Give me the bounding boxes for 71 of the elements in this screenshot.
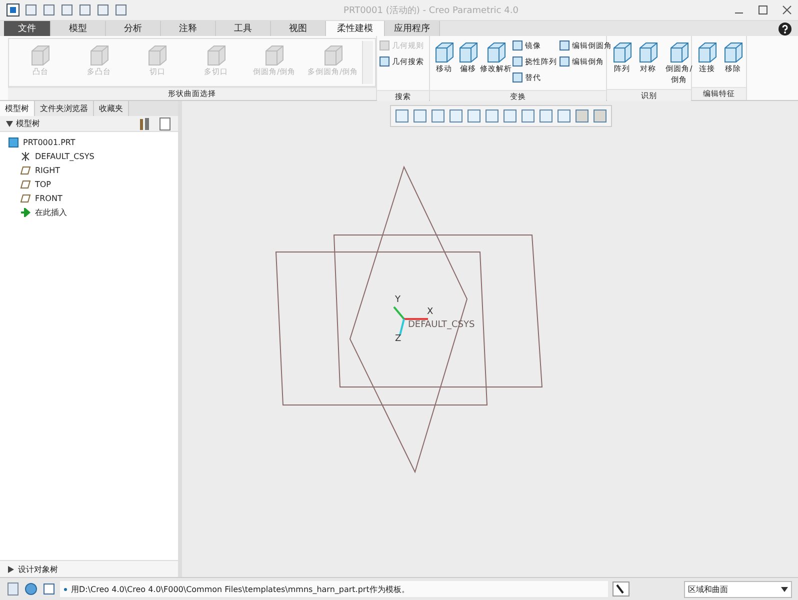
- toolbar-icon[interactable]: [78, 3, 92, 17]
- tree-item[interactable]: TOP: [0, 177, 178, 191]
- dropdown-caret-icon: [781, 586, 788, 592]
- tree-item[interactable]: 在此插入: [0, 205, 178, 219]
- toolbar-icon[interactable]: [96, 3, 110, 17]
- square-icon: [379, 56, 390, 67]
- toolbar-icon[interactable]: [42, 3, 56, 17]
- window-title: PRT0001 (活动的) - Creo Parametric 4.0: [342, 4, 520, 16]
- app-icon[interactable]: [6, 3, 20, 17]
- axis-label: Y: [395, 295, 400, 305]
- square-icon: [512, 72, 523, 83]
- plane-icon: [20, 180, 31, 188]
- ribbon-tab[interactable]: 应用程序: [385, 21, 440, 36]
- tree-label: PRT0001.PRT: [23, 138, 76, 146]
- tree-item[interactable]: PRT0001.PRT: [0, 135, 178, 149]
- view-tool-icon[interactable]: [412, 108, 428, 124]
- view-tool-icon[interactable]: [430, 108, 446, 124]
- view-tool-icon[interactable]: [466, 108, 482, 124]
- toolbar-icon[interactable]: [24, 3, 38, 17]
- square-icon: [559, 56, 570, 67]
- view-tool-icon[interactable]: [394, 108, 410, 124]
- tree-item[interactable]: FRONT: [0, 191, 178, 205]
- ribbon-tab[interactable]: 柔性建模: [326, 21, 385, 36]
- tree-item[interactable]: RIGHT: [0, 163, 178, 177]
- square-icon: [379, 40, 390, 51]
- tree-label: 在此插入: [35, 206, 67, 218]
- status-message: 用D:\Creo 4.0\Creo 4.0\F000\Common Files\templates\mmns_harn_part.prt作为模板。: [71, 584, 410, 594]
- view-tool-icon[interactable]: [538, 108, 554, 124]
- panel-tab[interactable]: 收藏夹: [94, 101, 129, 116]
- tree-label: FRONT: [35, 194, 62, 202]
- square-icon: [512, 56, 523, 67]
- view-tool-icon[interactable]: [520, 108, 536, 124]
- toolbar-icon[interactable]: [60, 3, 74, 17]
- ribbon-tab[interactable]: 视图: [271, 21, 326, 36]
- ribbon-tab[interactable]: 工具: [216, 21, 271, 36]
- arrow-icon: [20, 208, 31, 216]
- panel-tab[interactable]: 模型树: [0, 101, 35, 116]
- close-icon[interactable]: [782, 5, 792, 15]
- plane-icon: [20, 166, 31, 174]
- view-tool-icon[interactable]: [448, 108, 464, 124]
- panel-tab[interactable]: 文件夹浏览器: [35, 101, 94, 116]
- help-icon[interactable]: [778, 22, 792, 36]
- view-tool-icon[interactable]: [484, 108, 500, 124]
- collapse-caret-icon[interactable]: [6, 120, 13, 126]
- square-icon: [559, 40, 570, 51]
- maximize-icon[interactable]: [758, 5, 768, 15]
- ribbon-tab[interactable]: 模型: [51, 21, 106, 36]
- tree-label: RIGHT: [35, 166, 60, 174]
- cube-icon: [8, 136, 19, 148]
- document-icon[interactable]: [158, 116, 172, 130]
- expand-caret-icon[interactable]: [8, 566, 14, 572]
- filter-dropdown[interactable]: 区域和曲面: [684, 580, 792, 598]
- axis-label: Z: [395, 334, 402, 344]
- design-tree-header[interactable]: 设计对象树: [18, 564, 58, 574]
- square-icon[interactable]: [42, 582, 56, 596]
- view-tool-icon[interactable]: [556, 108, 572, 124]
- tree-item[interactable]: DEFAULT_CSYS: [0, 149, 178, 163]
- square-icon: [512, 40, 523, 51]
- view-tool-icon[interactable]: [502, 108, 518, 124]
- tree-label: TOP: [35, 180, 52, 188]
- axis-label: X: [427, 307, 434, 317]
- tree-label: DEFAULT_CSYS: [35, 152, 94, 160]
- toolbar-icon[interactable]: [114, 3, 128, 17]
- axes-icon: [20, 150, 31, 162]
- bullet-icon: [64, 588, 67, 590]
- view-tool-icon[interactable]: [592, 108, 608, 124]
- view-tool-icon[interactable]: [574, 108, 590, 124]
- plane-icon: [20, 194, 31, 202]
- ribbon-tab[interactable]: 分析: [106, 21, 161, 36]
- ribbon-tab[interactable]: 文件: [4, 21, 51, 36]
- ribbon-tab[interactable]: 注释: [161, 21, 216, 36]
